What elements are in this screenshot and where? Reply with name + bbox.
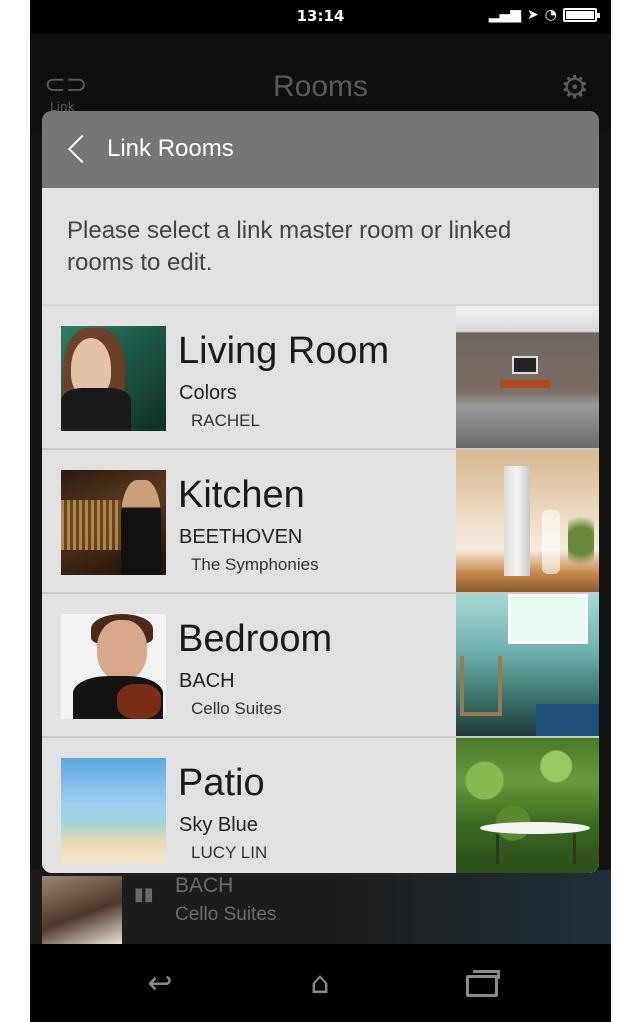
gear-icon[interactable]: ⚙ bbox=[560, 68, 589, 106]
room-list: Living Room Colors RACHEL Kitchen BEETHO… bbox=[42, 306, 599, 873]
back-chevron-icon[interactable] bbox=[64, 133, 98, 167]
dialog-instruction: Please select a link master room or link… bbox=[67, 217, 512, 276]
room-album: The Symphonies bbox=[191, 555, 319, 574]
equalizer-icon: ▮▮ bbox=[134, 884, 154, 905]
now-playing-room-photo bbox=[330, 870, 611, 944]
room-artist: LUCY LIN bbox=[191, 843, 268, 862]
room-photo-bedroom bbox=[456, 594, 599, 736]
now-playing-bar[interactable]: ▮▮ BACH Cello Suites bbox=[30, 870, 611, 944]
home-icon[interactable]: ⌂ bbox=[290, 964, 350, 1004]
phone-screen: 13:14 ▂▄▆ ➤ ◔ ⊂⊃ Link Rooms ⚙ ▮▮ BACH Ce… bbox=[30, 0, 611, 1022]
room-album: Sky Blue bbox=[179, 814, 258, 836]
room-artist: BACH bbox=[179, 670, 235, 692]
room-row-living-room[interactable]: Living Room Colors RACHEL bbox=[42, 306, 599, 450]
dialog-header: Link Rooms bbox=[42, 111, 599, 188]
room-track: Colors bbox=[179, 382, 237, 404]
room-name: Kitchen bbox=[178, 474, 305, 516]
album-art-beethoven bbox=[61, 470, 166, 575]
room-photo-kitchen bbox=[456, 450, 599, 592]
room-row-kitchen[interactable]: Kitchen BEETHOVEN The Symphonies bbox=[42, 450, 599, 594]
room-row-bedroom[interactable]: Bedroom BACH Cello Suites bbox=[42, 594, 599, 738]
now-playing-artist: BACH bbox=[175, 874, 234, 897]
room-artist: RACHEL bbox=[191, 411, 260, 430]
location-arrow-icon: ➤ bbox=[527, 7, 539, 23]
room-name: Bedroom bbox=[178, 618, 333, 660]
dialog-title: Link Rooms bbox=[107, 135, 234, 162]
link-rooms-dialog: Link Rooms Please select a link master r… bbox=[42, 111, 599, 873]
room-photo-patio bbox=[456, 738, 599, 873]
recent-apps-icon[interactable] bbox=[452, 964, 512, 1004]
room-artist: BEETHOVEN bbox=[179, 526, 303, 548]
system-nav-bar: ↩ ⌂ bbox=[30, 944, 611, 1022]
room-row-patio[interactable]: Patio Sky Blue LUCY LIN bbox=[42, 738, 599, 873]
signal-icon: ▂▄▆ bbox=[488, 7, 522, 23]
album-art-colors bbox=[61, 326, 166, 431]
room-photo-living-room bbox=[456, 306, 599, 448]
status-bar: 13:14 ▂▄▆ ➤ ◔ bbox=[30, 0, 611, 34]
now-playing-album: Cello Suites bbox=[175, 904, 277, 925]
rooms-title: Rooms bbox=[272, 70, 369, 103]
now-playing-album-art bbox=[42, 876, 122, 944]
room-name: Patio bbox=[178, 762, 265, 804]
battery-icon bbox=[563, 8, 600, 22]
back-icon[interactable]: ↩ bbox=[130, 964, 190, 1004]
room-name: Living Room bbox=[178, 330, 390, 372]
room-album: Cello Suites bbox=[191, 699, 282, 718]
status-icons: ▂▄▆ ➤ ◔ bbox=[488, 7, 600, 23]
wifi-icon: ◔ bbox=[544, 7, 557, 23]
album-art-sky-blue bbox=[61, 758, 166, 863]
album-art-bach bbox=[61, 614, 166, 719]
